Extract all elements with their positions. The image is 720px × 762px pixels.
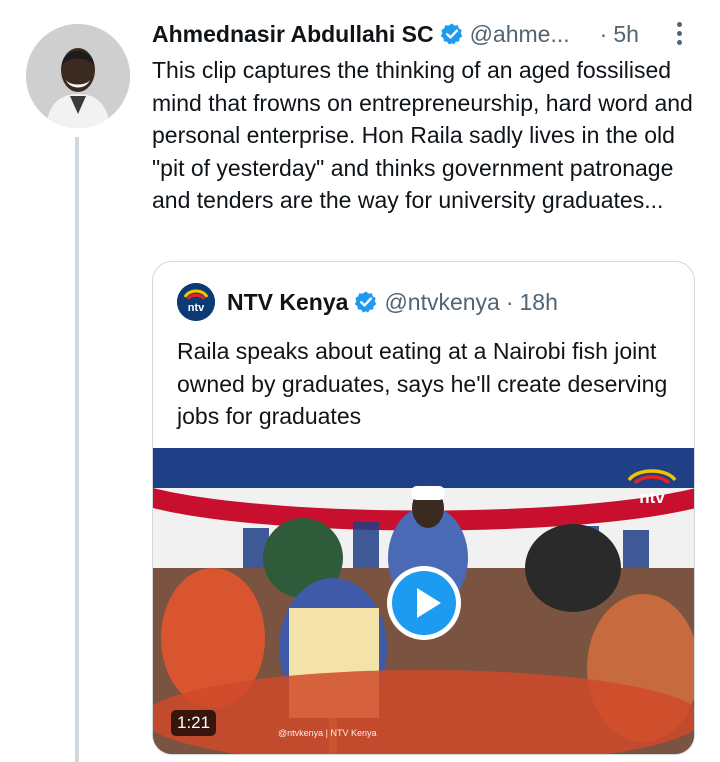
verified-badge-icon bbox=[440, 22, 464, 46]
tweet-text: This clip captures the thinking of an ag… bbox=[152, 57, 693, 213]
video-player[interactable]: ntv 1:21 @ntvkenya | NTV Kenya bbox=[153, 448, 694, 754]
quoted-author-name[interactable]: NTV Kenya bbox=[227, 289, 348, 316]
author-avatar[interactable] bbox=[26, 24, 130, 128]
video-duration: 1:21 bbox=[171, 710, 217, 736]
quoted-tweet-header: ntv NTV Kenya @ntvkenya · 18h bbox=[177, 282, 558, 322]
ntv-watermark: ntv bbox=[623, 466, 681, 508]
quoted-tweet-text: Raila speaks about eating at a Nairobi f… bbox=[177, 338, 668, 429]
author-name[interactable]: Ahmednasir Abdullahi SC bbox=[152, 21, 434, 48]
more-vertical-icon[interactable] bbox=[667, 18, 691, 48]
ntv-logo-text: ntv bbox=[188, 302, 205, 314]
quoted-author-handle[interactable]: @ntvkenya bbox=[384, 289, 499, 316]
separator-dot: · bbox=[599, 20, 608, 47]
play-icon[interactable] bbox=[392, 571, 456, 635]
video-footer-text: @ntvkenya | NTV Kenya bbox=[278, 728, 377, 738]
quoted-tweet-card[interactable]: ntv NTV Kenya @ntvkenya · 18h Raila spea… bbox=[152, 261, 695, 755]
verified-badge-icon bbox=[354, 290, 378, 314]
tweet-header: Ahmednasir Abdullahi SC @ahme... · 5h bbox=[152, 16, 702, 52]
thread-line bbox=[75, 137, 79, 762]
tweet-timestamp[interactable]: 5h bbox=[613, 21, 639, 48]
quoted-timestamp[interactable]: 18h bbox=[520, 289, 558, 316]
play-button[interactable] bbox=[387, 566, 461, 640]
author-handle[interactable]: @ahme... bbox=[470, 21, 570, 48]
watermark-text: ntv bbox=[639, 488, 665, 507]
separator-dot: · bbox=[505, 288, 514, 315]
ntv-logo-avatar[interactable]: ntv bbox=[177, 283, 215, 321]
